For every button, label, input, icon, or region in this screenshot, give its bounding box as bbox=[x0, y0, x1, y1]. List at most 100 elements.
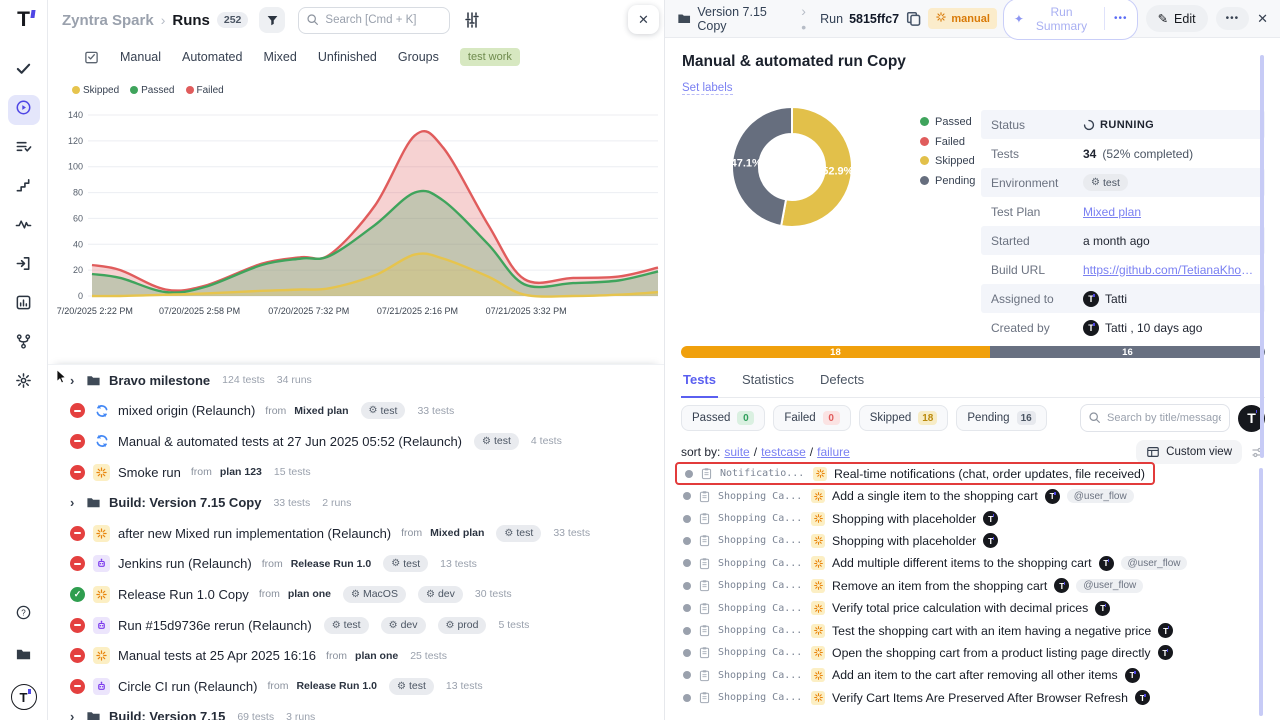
run-plan-link[interactable]: Release Run 1.0 bbox=[296, 680, 377, 692]
filter-chip-failed[interactable]: Failed0 bbox=[773, 405, 850, 431]
close-details-button[interactable]: ✕ bbox=[1257, 11, 1268, 27]
filter-chip-pending[interactable]: Pending16 bbox=[956, 405, 1046, 431]
tab-groups[interactable]: Groups bbox=[398, 50, 439, 64]
env-badge[interactable]: ⚙MacOS bbox=[343, 586, 406, 603]
run-row[interactable]: Manual & automated tests at 27 Jun 2025 … bbox=[48, 426, 664, 457]
env-badge[interactable]: ⚙test bbox=[496, 525, 541, 542]
run-id[interactable]: 5815ffc7 bbox=[849, 12, 899, 26]
run-plan-link[interactable]: Mixed plan bbox=[430, 527, 484, 539]
run-title[interactable]: Manual & automated tests at 27 Jun 2025 … bbox=[118, 434, 462, 449]
assignee-avatar[interactable]: T bbox=[1158, 645, 1173, 660]
tab-automated[interactable]: Automated bbox=[182, 50, 242, 64]
env-badge[interactable]: ⚙test bbox=[1083, 174, 1128, 191]
run-row[interactable]: Circle CI run (Relaunch)fromRelease Run … bbox=[48, 671, 664, 702]
sidebar-item-steps[interactable] bbox=[8, 173, 40, 203]
env-badge[interactable]: ⚙test bbox=[389, 678, 434, 695]
run-title[interactable]: after new Mixed run implementation (Rela… bbox=[118, 526, 391, 541]
adjustments-icon[interactable] bbox=[463, 11, 481, 29]
run-summary-more-button[interactable]: ••• bbox=[1104, 7, 1137, 30]
test-row[interactable]: Shopping Ca... Test the shopping cart wi… bbox=[675, 619, 1271, 641]
test-title[interactable]: Shopping with placeholder bbox=[832, 534, 976, 548]
runs-trend-chart[interactable]: 0204060801001201407/20/2025 2:22 PM07/20… bbox=[48, 100, 664, 326]
sidebar-item-settings[interactable] bbox=[8, 368, 40, 398]
tab-mixed[interactable]: Mixed bbox=[263, 50, 296, 64]
assignee-avatar[interactable]: T bbox=[1095, 601, 1110, 616]
test-row[interactable]: Shopping Ca... Remove an item from the s… bbox=[675, 575, 1271, 597]
test-suite-name[interactable]: Shopping Ca... bbox=[718, 580, 804, 591]
test-tag[interactable]: @user_flow bbox=[1076, 579, 1143, 593]
custom-view-button[interactable]: Custom view bbox=[1136, 440, 1242, 464]
user-avatar[interactable]: T bbox=[11, 684, 37, 710]
test-title[interactable]: Add multiple different items to the shop… bbox=[832, 556, 1092, 570]
run-folder-row[interactable]: › Build: Version 7.15 Copy 33 tests 2 ru… bbox=[48, 487, 664, 518]
run-title[interactable]: Smoke run bbox=[118, 465, 181, 480]
breadcrumb-project[interactable]: Zyntra Spark bbox=[62, 12, 154, 29]
env-badge[interactable]: ⚙prod bbox=[438, 617, 487, 634]
run-row[interactable]: Manual tests at 25 Apr 2025 16:16frompla… bbox=[48, 640, 664, 671]
tag-badge-test-work[interactable]: test work bbox=[460, 48, 520, 66]
assignee-avatar[interactable]: T bbox=[1135, 690, 1150, 705]
filter-chip-skipped[interactable]: Skipped18 bbox=[859, 405, 949, 431]
sidebar-item-reports[interactable] bbox=[8, 290, 40, 320]
test-suite-name[interactable]: Shopping Ca... bbox=[718, 558, 804, 569]
sidebar-item-checkmark[interactable] bbox=[8, 56, 40, 86]
sort-link-failure[interactable]: failure bbox=[817, 445, 850, 459]
chevron-right-icon[interactable]: › bbox=[70, 373, 78, 388]
user-avatar[interactable]: T bbox=[1083, 291, 1099, 307]
test-suite-name[interactable]: Notificatio... bbox=[720, 468, 806, 479]
panel-close-button[interactable]: ✕ bbox=[628, 5, 659, 34]
run-progress-bar[interactable]: 1816 bbox=[681, 346, 1265, 358]
run-plan-link[interactable]: plan one bbox=[355, 650, 398, 662]
folder-title[interactable]: Build: Version 7.15 bbox=[109, 709, 225, 720]
tests-search-input[interactable] bbox=[1080, 404, 1230, 432]
user-avatar[interactable]: T bbox=[1083, 320, 1099, 336]
test-title[interactable]: Test the shopping cart with an item havi… bbox=[832, 624, 1151, 638]
sidebar-item-branches[interactable] bbox=[8, 329, 40, 359]
test-row[interactable]: Shopping Ca... Verify Cart Items Are Pre… bbox=[675, 687, 1271, 709]
run-folder-row[interactable]: › Bravo milestone 124 tests 34 runs bbox=[48, 365, 664, 396]
run-plan-link[interactable]: plan 123 bbox=[220, 466, 262, 478]
test-title[interactable]: Verify Cart Items Are Preserved After Br… bbox=[832, 691, 1128, 705]
run-row[interactable]: Smoke runfromplan 12315 tests bbox=[48, 457, 664, 488]
run-row[interactable]: ✓Release Run 1.0 Copyfromplan one⚙MacOS⚙… bbox=[48, 579, 664, 610]
test-title[interactable]: Shopping with placeholder bbox=[832, 512, 976, 526]
sidebar-item-activity[interactable] bbox=[8, 212, 40, 242]
sidebar-item-runs[interactable] bbox=[8, 95, 40, 125]
tab-manual[interactable]: Manual bbox=[120, 50, 161, 64]
run-result-donut-chart[interactable]: 52.9%47.1% bbox=[729, 104, 855, 230]
test-row[interactable]: Shopping Ca... Add an item to the cart a… bbox=[675, 664, 1271, 686]
test-title[interactable]: Open the shopping cart from a product li… bbox=[832, 646, 1151, 660]
detail-link[interactable]: https://github.com/TetianaKhomen... bbox=[1083, 263, 1255, 277]
run-row[interactable]: after new Mixed run implementation (Rela… bbox=[48, 518, 664, 549]
sidebar-item-help[interactable]: ? bbox=[8, 600, 40, 630]
test-title[interactable]: Add a single item to the shopping cart bbox=[832, 489, 1038, 503]
test-suite-name[interactable]: Shopping Ca... bbox=[718, 535, 804, 546]
test-row[interactable]: Shopping Ca... Add multiple different it… bbox=[675, 552, 1271, 574]
run-row[interactable]: Jenkins run (Relaunch)fromRelease Run 1.… bbox=[48, 549, 664, 580]
sidebar-item-list-check[interactable] bbox=[8, 134, 40, 164]
test-title[interactable]: Real-time notifications (chat, order upd… bbox=[834, 467, 1145, 481]
env-badge[interactable]: ⚙test bbox=[361, 402, 406, 419]
tab-unfinished[interactable]: Unfinished bbox=[318, 50, 377, 64]
run-title[interactable]: Jenkins run (Relaunch) bbox=[118, 556, 252, 571]
runs-search-input[interactable] bbox=[298, 7, 450, 34]
chevron-right-icon[interactable]: › bbox=[70, 495, 78, 510]
tab-defects[interactable]: Defects bbox=[818, 368, 866, 397]
filter-chip-passed[interactable]: Passed0 bbox=[681, 405, 765, 431]
run-title[interactable]: Circle CI run (Relaunch) bbox=[118, 679, 257, 694]
test-title[interactable]: Add an item to the cart after removing a… bbox=[832, 668, 1118, 682]
sort-link-suite[interactable]: suite bbox=[724, 445, 749, 459]
chevron-right-icon[interactable]: › bbox=[70, 709, 78, 720]
test-row[interactable]: Shopping Ca... Add a single item to the … bbox=[675, 485, 1271, 507]
run-plan-link[interactable]: plan one bbox=[288, 588, 331, 600]
folder-title[interactable]: Bravo milestone bbox=[109, 373, 210, 388]
run-row[interactable]: Run #15d9736e rerun (Relaunch)⚙test⚙dev⚙… bbox=[48, 610, 664, 641]
panel-scrollbar[interactable] bbox=[1260, 55, 1264, 458]
env-badge[interactable]: ⚙dev bbox=[381, 617, 426, 634]
board-check-icon[interactable] bbox=[84, 50, 99, 65]
test-row[interactable]: Shopping Ca... Open the shopping cart fr… bbox=[675, 642, 1271, 664]
list-scrollbar[interactable] bbox=[1259, 468, 1263, 716]
test-tag[interactable]: @user_flow bbox=[1121, 556, 1188, 570]
more-actions-button[interactable]: ••• bbox=[1216, 7, 1250, 30]
assignee-avatar[interactable]: T bbox=[983, 533, 998, 548]
